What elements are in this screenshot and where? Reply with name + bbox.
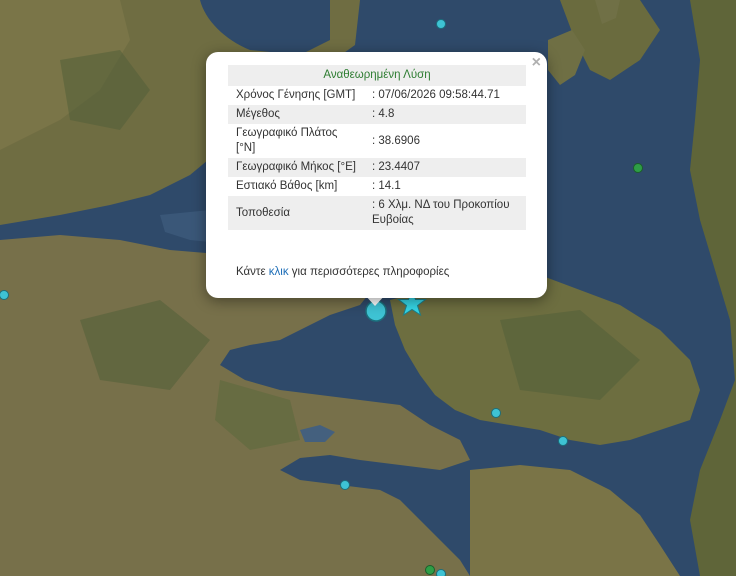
event-marker-cyan[interactable] <box>558 436 568 446</box>
event-popup: × Αναθεωρημένη Λύση Χρόνος Γένησης [GMT]… <box>206 52 547 298</box>
event-marker-cyan[interactable] <box>436 19 446 29</box>
row-value: : 4.8 <box>364 105 526 124</box>
more-info-link[interactable]: κλικ <box>269 266 289 278</box>
event-marker-cyan[interactable] <box>436 569 446 576</box>
row-label: Γεωγραφικό Πλάτος [°N] <box>236 127 338 154</box>
row-value: : 07/06/2026 09:58:44.71 <box>372 89 500 101</box>
more-suffix: για περισσότερες πληροφορίες <box>288 266 450 278</box>
event-marker-cyan[interactable] <box>340 480 350 490</box>
more-prefix: Κάντε <box>236 266 269 278</box>
row-label: Εστιακό Βάθος [km] <box>236 180 338 192</box>
row-label: Γεωγραφικό Μήκος [°E] <box>228 158 364 177</box>
close-icon[interactable]: × <box>532 55 541 71</box>
row-value: : 14.1 <box>372 180 401 192</box>
event-marker-cyan[interactable] <box>0 290 9 300</box>
row-label: Τοποθεσία <box>228 196 364 230</box>
popup-header: Αναθεωρημένη Λύση <box>228 65 526 86</box>
row-value: : 38.6906 <box>372 134 420 147</box>
row-label: Μέγεθος <box>228 105 364 124</box>
event-info-table: Αναθεωρημένη Λύση Χρόνος Γένησης [GMT] :… <box>228 65 526 230</box>
more-info-line: Κάντε κλικ για περισσότερες πληροφορίες <box>236 266 449 278</box>
row-value: : 23.4407 <box>364 158 526 177</box>
row-label: Χρόνος Γένησης [GMT] <box>236 89 356 101</box>
row-value: : 6 Χλμ. ΝΔ του Προκοπίου Ευβοίας <box>364 196 526 230</box>
event-marker-green[interactable] <box>425 565 435 575</box>
event-marker-cyan[interactable] <box>491 408 501 418</box>
event-marker-green[interactable] <box>633 163 643 173</box>
